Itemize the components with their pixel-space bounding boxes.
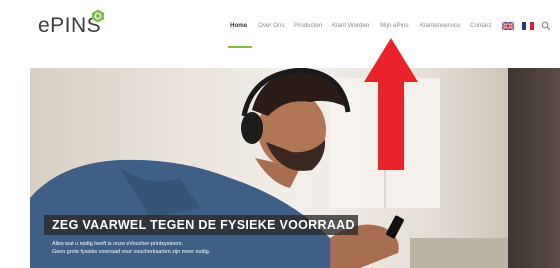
hero-subline-2: Geen grote fysieke voorraad voor voucher… [52, 249, 211, 255]
nav-item-contact[interactable]: Contact [470, 22, 491, 29]
logo-hexagon-icon [92, 9, 104, 23]
nav-item-klant-worden[interactable]: Klant Worden [332, 22, 369, 29]
nav-item-home[interactable]: Home [230, 22, 247, 29]
hero-subline-1: Alles wat u nodig heeft is onze eVoucher… [52, 241, 183, 247]
nav-item-mijn-epins[interactable]: Mijn ePins [380, 22, 409, 29]
nav-item-over-ons[interactable]: Over Ons [258, 22, 284, 29]
search-icon[interactable] [541, 21, 551, 31]
site-header: ePINS Home Over Ons Producten Klant Word… [0, 0, 560, 50]
nav-item-klantenservice[interactable]: Klantenservice [420, 22, 461, 29]
hero-banner [30, 68, 530, 268]
hero-right-edge [508, 68, 560, 268]
nl-flag-icon[interactable] [522, 22, 534, 30]
uk-flag-icon[interactable] [502, 22, 514, 30]
red-arrow-annotation-icon [364, 38, 418, 170]
hero-photo [30, 68, 530, 268]
main-navigation: Home Over Ons Producten Klant Worden Mij… [0, 22, 560, 34]
nav-item-producten[interactable]: Producten [294, 22, 322, 29]
hero-headline: ZEG VAARWEL TEGEN DE FYSIEKE VOORRAAD [52, 218, 355, 232]
active-nav-indicator [228, 46, 252, 48]
